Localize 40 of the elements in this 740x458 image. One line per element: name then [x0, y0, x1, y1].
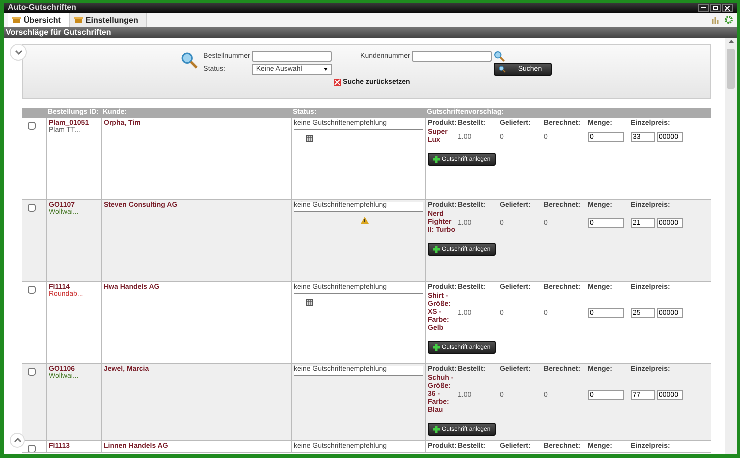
reset-icon [334, 79, 342, 86]
maximize-button[interactable] [710, 4, 721, 12]
chevron-up-icon [14, 438, 22, 443]
row-checkbox[interactable] [28, 286, 36, 294]
box-icon [12, 16, 21, 24]
dropdown-arrow-icon [324, 68, 328, 71]
row-checkbox[interactable] [28, 445, 36, 452]
plus-icon [433, 426, 440, 433]
scroll-up-arrow-icon[interactable] [728, 40, 734, 43]
window-title: Auto-Gutschriften [8, 3, 76, 13]
scroll-top-button[interactable] [10, 433, 25, 448]
chart-icon[interactable] [712, 16, 719, 24]
minimize-button[interactable] [698, 4, 709, 12]
section-header: Vorschläge für Gutschriften [4, 27, 737, 38]
chevron-down-icon [14, 50, 22, 55]
search-icon [499, 66, 506, 73]
search-icon [494, 51, 506, 62]
tab[interactable]: Übersicht [8, 13, 70, 27]
plus-icon [433, 156, 440, 163]
plus-icon [433, 344, 440, 351]
row-checkbox[interactable] [28, 122, 36, 130]
close-icon [725, 6, 730, 10]
warning-icon [360, 217, 368, 224]
row-checkbox[interactable] [28, 204, 36, 212]
close-button[interactable] [722, 4, 733, 12]
row-checkbox[interactable] [28, 368, 36, 376]
search-icon [180, 52, 198, 69]
scrollbar[interactable] [725, 38, 737, 454]
calendar-icon [306, 135, 313, 142]
customer-number-field[interactable] [412, 51, 492, 62]
box-icon [74, 16, 83, 24]
plus-icon [433, 246, 440, 253]
calendar-icon [306, 299, 313, 306]
maximize-icon [713, 6, 718, 10]
settings-icon[interactable] [725, 16, 733, 24]
tab[interactable]: Einstellungen [70, 13, 148, 27]
collapse-button[interactable] [10, 44, 27, 61]
scroll-thumb[interactable] [727, 49, 735, 89]
order-number-field[interactable] [252, 51, 332, 62]
minimize-icon [701, 7, 706, 9]
